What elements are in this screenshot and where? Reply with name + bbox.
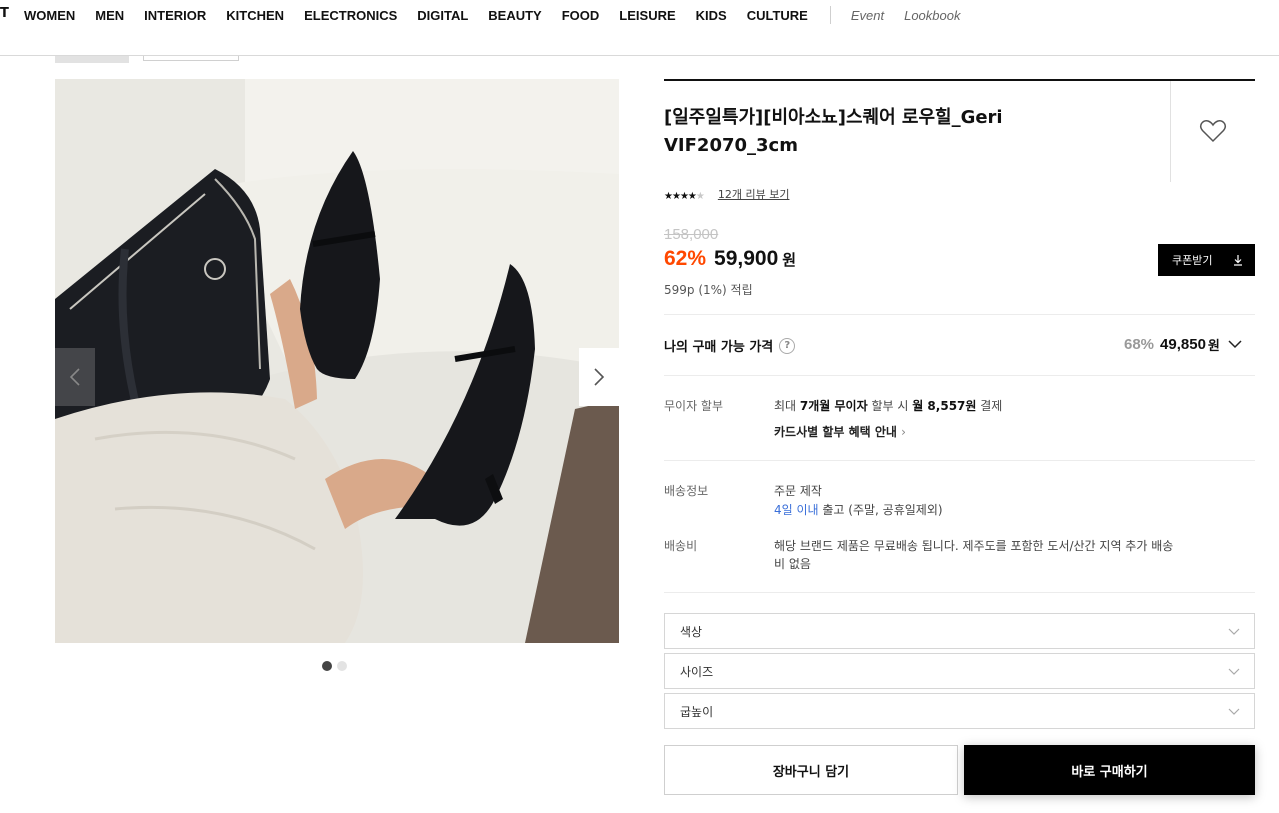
nav-item-kids[interactable]: KIDS — [696, 8, 727, 23]
shipping-fee-line: 비 없음 — [774, 557, 811, 571]
nav-item-men[interactable]: MEN — [95, 8, 124, 23]
coupon-button[interactable]: 쿠폰받기 — [1158, 244, 1255, 276]
product-photo-shoes — [55, 79, 619, 643]
shipping-fee-info: 해당 브랜드 제품은 무료배송 됩니다. 제주도를 포함한 도서/산간 지역 추… — [774, 537, 1254, 573]
shipping-label: 배송정보 — [664, 484, 709, 498]
installment-text: 최대 — [774, 399, 800, 413]
option-label: 색상 — [680, 624, 703, 639]
title-divider — [1170, 81, 1171, 182]
installment-text: 결제 — [976, 399, 1003, 413]
nav-item-food[interactable]: FOOD — [562, 8, 600, 23]
top-navigation: T WOMEN MEN INTERIOR KITCHEN ELECTRONICS… — [0, 0, 1279, 56]
heart-outline-icon — [1199, 120, 1227, 143]
card-benefit-label: 카드사별 할부 혜택 안내 — [774, 425, 897, 439]
nav-item-women[interactable]: WOMEN — [24, 8, 75, 23]
my-price-discount: 68% — [1124, 336, 1155, 353]
my-price-title: 나의 구매 가능 가격 — [664, 340, 774, 355]
chevron-down-icon — [1228, 628, 1240, 635]
divider — [664, 592, 1255, 593]
shipping-fee-label: 배송비 — [664, 539, 698, 553]
product-title-line2: VIF2070_3cm — [664, 135, 798, 156]
nav-item-electronics[interactable]: ELECTRONICS — [304, 8, 397, 23]
shipping-eta: 4일 이내 출고 (주말, 공휴일제외) — [774, 501, 943, 518]
currency-label: 원 — [782, 251, 797, 269]
divider — [664, 314, 1255, 315]
breadcrumb-remnant — [55, 56, 129, 63]
rating-stars: ★★★★★ — [664, 184, 705, 203]
nav-item-lookbook[interactable]: Lookbook — [904, 8, 960, 23]
wishlist-button[interactable] — [1199, 118, 1227, 144]
original-price: 158,000 — [664, 226, 719, 243]
option-label: 굽높이 — [680, 704, 714, 719]
chevron-down-icon — [1228, 668, 1240, 675]
nav-item-event[interactable]: Event — [851, 8, 884, 23]
nav-truncated-item: T — [0, 6, 9, 21]
discount-rate: 62% — [664, 247, 707, 270]
shipping-eta-note: 출고 (주말, 공휴일제외) — [818, 503, 943, 517]
rating: ★★★★★ 12개 리뷰 보기 — [664, 184, 789, 203]
product-image[interactable] — [55, 79, 619, 643]
product-title: [일주일특가][비아소뇨]스퀘어 로우힐_Geri VIF2070_3cm — [664, 104, 1144, 160]
option-select-size[interactable]: 사이즈 — [664, 653, 1255, 689]
nav-item-leisure[interactable]: LEISURE — [619, 8, 675, 23]
option-select-heel[interactable]: 굽높이 — [664, 693, 1255, 729]
my-price[interactable]: 68% 49,850 원 — [1124, 335, 1242, 354]
category-menu: WOMEN MEN INTERIOR KITCHEN ELECTRONICS D… — [24, 6, 980, 24]
gallery-dot-1[interactable] — [322, 661, 332, 671]
shipping-type: 주문 제작 — [774, 484, 822, 498]
nav-divider — [829, 6, 831, 24]
coupon-button-label: 쿠폰받기 — [1172, 254, 1213, 267]
chevron-right-icon: › — [901, 425, 906, 439]
my-price-label: 나의 구매 가능 가격 ? — [664, 336, 796, 355]
star-icon: ★ — [664, 191, 673, 202]
option-select-color[interactable]: 색상 — [664, 613, 1255, 649]
sale-price: 59,900 — [714, 247, 779, 270]
chevron-right-icon — [594, 368, 605, 386]
installment-text: 할부 시 — [867, 399, 913, 413]
shipping-days: 4일 이내 — [774, 503, 819, 517]
currency-label: 원 — [1207, 339, 1220, 354]
gallery-dot-2[interactable] — [337, 661, 347, 671]
add-to-cart-button[interactable]: 장바구니 담기 — [664, 745, 958, 795]
chevron-down-icon — [1228, 708, 1240, 715]
star-icon: ★ — [687, 191, 697, 202]
gallery-prev-button[interactable] — [55, 348, 95, 406]
option-label: 사이즈 — [680, 664, 714, 679]
chevron-left-icon — [69, 368, 80, 386]
price-row: 62% 59,900 원 — [664, 247, 796, 271]
product-title-line1: [일주일특가][비아소뇨]스퀘어 로우힐_Geri — [664, 107, 1003, 128]
download-icon — [1234, 255, 1242, 266]
gallery-next-button[interactable] — [579, 348, 619, 406]
nav-item-digital[interactable]: DIGITAL — [417, 8, 468, 23]
nav-item-beauty[interactable]: BEAUTY — [488, 8, 541, 23]
card-benefit-link[interactable]: 카드사별 할부 혜택 안내 › — [774, 423, 906, 440]
buy-now-button[interactable]: 바로 구매하기 — [964, 745, 1255, 795]
review-link[interactable]: 12개 리뷰 보기 — [718, 186, 790, 202]
nav-item-kitchen[interactable]: KITCHEN — [226, 8, 284, 23]
breadcrumb-remnant — [143, 56, 239, 61]
star-icon: ★ — [671, 191, 681, 202]
installment-info: 최대 7개월 무이자 할부 시 월 8,557원 결제 — [774, 397, 1002, 414]
chevron-down-icon — [1228, 340, 1242, 349]
shipping-fee-line: 해당 브랜드 제품은 무료배송 됩니다. 제주도를 포함한 도서/산간 지역 추… — [774, 539, 1174, 553]
installment-label: 무이자 할부 — [664, 399, 724, 413]
gallery-pagination — [322, 661, 352, 671]
nav-item-interior[interactable]: INTERIOR — [144, 8, 206, 23]
installment-monthly: 월 8,557원 — [912, 399, 977, 413]
installment-months: 7개월 무이자 — [799, 399, 868, 413]
reward-points: 599p (1%) 적립 — [664, 283, 753, 297]
divider — [664, 460, 1255, 461]
my-price-amount: 49,850 — [1160, 336, 1206, 353]
star-icon: ★ — [679, 191, 689, 202]
divider — [664, 375, 1255, 376]
nav-item-culture[interactable]: CULTURE — [747, 8, 808, 23]
star-empty-icon: ★ — [695, 191, 705, 202]
question-circle-icon[interactable]: ? — [779, 337, 796, 354]
info-top-rule — [664, 79, 1255, 81]
